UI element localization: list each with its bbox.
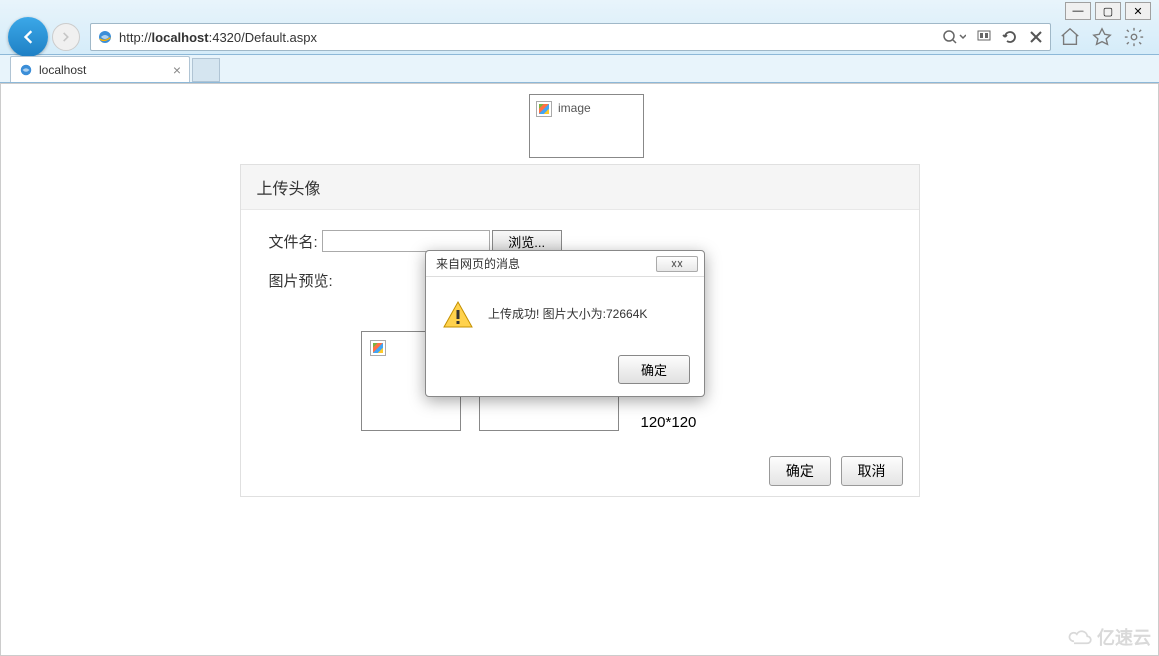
alert-title: 来自网页的消息 xyxy=(436,255,520,272)
watermark: 亿速云 xyxy=(1067,624,1151,650)
file-input[interactable] xyxy=(322,230,490,252)
tabs-bar: localhost × xyxy=(0,55,1159,83)
alert-dialog: 来自网页的消息 上传成功! 图片大小为:72664K 确定 xyxy=(425,250,705,397)
broken-image-icon xyxy=(370,340,386,356)
maximize-button[interactable]: ▢ xyxy=(1095,2,1121,20)
alert-message: 上传成功! 图片大小为:72664K xyxy=(488,299,647,322)
warning-icon xyxy=(442,299,474,331)
search-dropdown-icon[interactable] xyxy=(942,29,966,45)
back-button[interactable] xyxy=(8,17,48,57)
new-tab-button[interactable] xyxy=(192,58,220,82)
url-host: localhost xyxy=(152,30,209,45)
file-row: 文件名: 浏览... xyxy=(269,230,891,252)
favorites-icon[interactable] xyxy=(1091,26,1113,48)
refresh-icon[interactable] xyxy=(1002,29,1018,45)
alert-footer: 确定 xyxy=(426,347,704,396)
minimize-button[interactable]: — xyxy=(1065,2,1091,20)
close-icon xyxy=(670,260,684,268)
cancel-button[interactable]: 取消 xyxy=(841,456,903,486)
panel-title: 上传头像 xyxy=(241,165,919,210)
ie-icon xyxy=(97,29,113,45)
tab-title: localhost xyxy=(39,63,173,77)
top-image-label: image xyxy=(558,101,591,115)
arrow-left-icon xyxy=(18,27,38,47)
browser-toolbar: http://localhost:4320/Default.aspx xyxy=(0,0,1159,55)
ie-icon xyxy=(19,63,33,77)
settings-icon[interactable] xyxy=(1123,26,1145,48)
tab-localhost[interactable]: localhost × xyxy=(10,56,190,82)
url-path: :4320/Default.aspx xyxy=(209,30,317,45)
ok-button[interactable]: 确定 xyxy=(769,456,831,486)
file-label: 文件名: xyxy=(269,231,318,252)
tab-close-icon[interactable]: × xyxy=(173,62,181,78)
compatibility-icon[interactable] xyxy=(976,29,992,45)
forward-button[interactable] xyxy=(52,23,80,51)
window-controls: — ▢ ✕ xyxy=(1065,2,1151,20)
arrow-right-icon xyxy=(59,30,73,44)
url-prefix: http:// xyxy=(119,30,152,45)
top-image-box: image xyxy=(529,94,644,158)
browse-button[interactable]: 浏览... xyxy=(492,230,562,252)
alert-ok-button[interactable]: 确定 xyxy=(618,355,690,384)
url-text: http://localhost:4320/Default.aspx xyxy=(119,30,942,45)
alert-titlebar: 来自网页的消息 xyxy=(426,251,704,276)
alert-close-button[interactable] xyxy=(656,256,698,272)
stop-icon[interactable] xyxy=(1028,29,1044,45)
size-label: 120*120 xyxy=(641,414,697,431)
preview-label: 图片预览: xyxy=(269,270,333,291)
address-bar[interactable]: http://localhost:4320/Default.aspx xyxy=(90,23,1051,51)
home-icon[interactable] xyxy=(1059,26,1081,48)
chrome-actions xyxy=(1059,26,1159,48)
broken-image-icon xyxy=(536,101,552,117)
watermark-text: 亿速云 xyxy=(1097,624,1151,650)
address-bar-actions xyxy=(942,29,1044,45)
alert-body: 上传成功! 图片大小为:72664K xyxy=(426,276,704,347)
panel-footer: 确定 取消 xyxy=(241,445,919,496)
close-window-button[interactable]: ✕ xyxy=(1125,2,1151,20)
cloud-icon xyxy=(1067,627,1095,647)
